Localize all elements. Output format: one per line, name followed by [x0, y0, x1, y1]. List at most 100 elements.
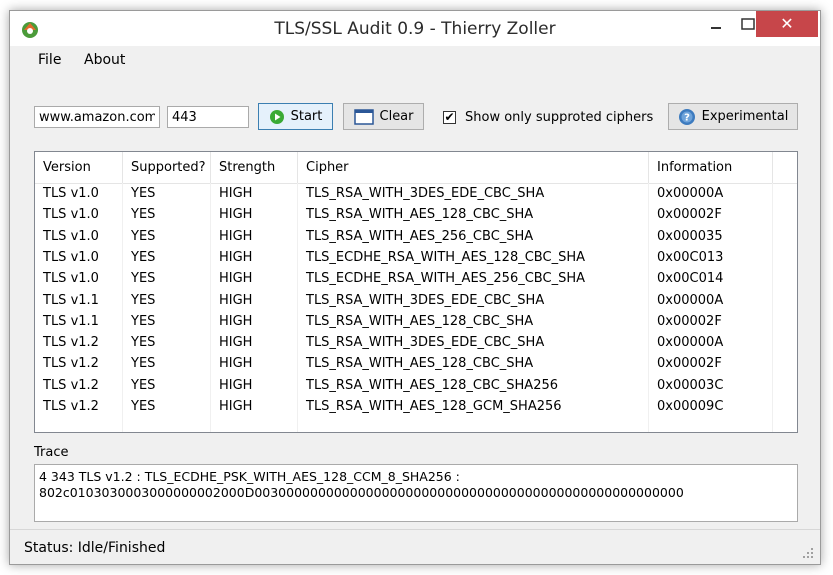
table-cell: TLS v1.2: [43, 399, 99, 414]
table-cell: TLS v1.2: [43, 335, 99, 351]
table-row[interactable]: TLS v1.1 YES HIGH TLS_RSA_WITH_3DES_EDE_CBC…: [35, 290, 797, 311]
checkbox-label: Show only supproted ciphers: [465, 109, 654, 125]
svg-text:?: ?: [684, 112, 690, 123]
table-cell: 0x00002F: [657, 313, 722, 329]
status-bar: Status: Idle/Finished: [10, 529, 820, 564]
supported-only-checkbox[interactable]: ✔ Show only supproted ciphers: [443, 108, 653, 126]
experimental-label: Experimental: [701, 109, 789, 124]
table-cell: YES: [131, 335, 156, 351]
table-cell: TLS v1.0: [43, 249, 99, 265]
menu-file[interactable]: File: [38, 52, 61, 68]
table-cell: YES: [131, 313, 156, 329]
table-cell: HIGH: [219, 356, 253, 372]
start-button[interactable]: Start: [258, 103, 333, 130]
clear-button[interactable]: Clear: [343, 103, 424, 130]
main-content: Start Clear ✔ Show only supproted cipher…: [10, 74, 820, 529]
table-row[interactable]: TLS v1.1 YES HIGH TLS_RSA_WITH_AES_128_CBC_…: [35, 311, 797, 332]
trace-label: Trace: [34, 445, 69, 460]
host-input[interactable]: [34, 106, 160, 128]
list-header: Version Supported? Strength Cipher Infor…: [35, 152, 797, 184]
table-cell: HIGH: [219, 228, 253, 244]
table-cell: TLS_RSA_WITH_AES_128_CBC_SHA: [306, 356, 534, 372]
title-bar[interactable]: TLS/SSL Audit 0.9 - Thierry Zoller ✕: [10, 11, 820, 46]
table-cell: YES: [131, 356, 156, 372]
table-cell: HIGH: [219, 313, 253, 329]
table-cell: TLS v1.0: [43, 186, 99, 201]
table-cell: YES: [131, 207, 156, 223]
table-row[interactable]: TLS v1.0 YES HIGH TLS_RSA_WITH_3DES_EDE_CBC…: [35, 183, 797, 204]
table-cell: YES: [131, 186, 156, 201]
experimental-button[interactable]: ? Experimental: [668, 103, 798, 130]
table-row[interactable]: TLS v1.2 YES HIGH TLS_RSA_WITH_AES_128_CBC_…: [35, 375, 797, 396]
menu-about[interactable]: About: [84, 52, 125, 68]
status-text: Status: Idle/Finished: [24, 540, 166, 556]
table-cell: HIGH: [219, 377, 253, 393]
table-cell: TLS v1.2: [43, 377, 99, 393]
table-row[interactable]: TLS v1.0 YES HIGH TLS_ECDHE_RSA_WITH_AES_25…: [35, 268, 797, 289]
table-cell: TLS_RSA_WITH_AES_256_CBC_SHA: [306, 228, 534, 244]
table-cell: TLS_RSA_WITH_3DES_EDE_CBC_SHA: [306, 335, 545, 351]
column-supported[interactable]: Supported?: [123, 152, 211, 183]
table-cell: HIGH: [219, 207, 253, 223]
table-cell: HIGH: [219, 271, 253, 287]
table-cell: TLS_RSA_WITH_AES_128_CBC_SHA: [306, 207, 534, 223]
table-cell: TLS v1.0: [43, 271, 99, 287]
table-row[interactable]: TLS v1.2 YES HIGH TLS_RSA_WITH_3DES_EDE_CBC…: [35, 332, 797, 353]
table-cell: TLS_ECDHE_RSA_WITH_AES_256_CBC_SHA: [306, 271, 585, 287]
table-cell: HIGH: [219, 399, 253, 414]
table-cell: TLS_RSA_WITH_3DES_EDE_CBC_SHA: [306, 186, 545, 201]
app-window: TLS/SSL Audit 0.9 - Thierry Zoller ✕ Fil…: [9, 10, 821, 565]
table-cell: YES: [131, 292, 156, 308]
table-row[interactable]: TLS v1.0 YES HIGH TLS_RSA_WITH_AES_256_CBC_…: [35, 226, 797, 247]
table-cell: TLS_RSA_WITH_AES_128_GCM_SHA256: [306, 399, 562, 414]
table-cell: 0x00000A: [657, 335, 724, 351]
table-cell: YES: [131, 377, 156, 393]
table-cell: 0x00009C: [657, 399, 724, 414]
column-information[interactable]: Information: [649, 152, 773, 183]
port-input[interactable]: [167, 106, 249, 128]
window-icon: [353, 108, 374, 125]
table-row[interactable]: TLS v1.2 YES HIGH TLS_RSA_WITH_AES_128_GCM_…: [35, 396, 797, 417]
table-cell: TLS v1.1: [43, 313, 99, 329]
table-cell: 0x000035: [657, 228, 723, 244]
table-row[interactable]: TLS v1.0 YES HIGH TLS_ECDHE_RSA_WITH_AES_12…: [35, 247, 797, 268]
table-cell: 0x00000A: [657, 292, 724, 308]
table-cell: HIGH: [219, 249, 253, 265]
table-cell: TLS_ECDHE_RSA_WITH_AES_128_CBC_SHA: [306, 249, 585, 265]
cipher-list[interactable]: Version Supported? Strength Cipher Infor…: [34, 151, 798, 433]
table-cell: 0x00C014: [657, 271, 724, 287]
table-cell: TLS_RSA_WITH_AES_128_CBC_SHA256: [306, 377, 559, 393]
menu-bar: File About: [10, 46, 820, 74]
table-cell: TLS_RSA_WITH_3DES_EDE_CBC_SHA: [306, 292, 545, 308]
play-icon: [269, 109, 284, 124]
table-cell: HIGH: [219, 292, 253, 308]
table-cell: 0x00003C: [657, 377, 724, 393]
resize-grip-icon[interactable]: [802, 547, 814, 559]
trace-output[interactable]: 4 343 TLS v1.2 : TLS_ECDHE_PSK_WITH_AES_…: [34, 464, 798, 522]
start-label: Start: [290, 109, 323, 124]
table-cell: YES: [131, 249, 156, 265]
table-cell: 0x00002F: [657, 356, 722, 372]
table-cell: YES: [131, 271, 156, 287]
table-cell: 0x00C013: [657, 249, 724, 265]
check-mark-icon: ✔: [444, 110, 455, 124]
clear-label: Clear: [379, 109, 414, 124]
table-cell: TLS_RSA_WITH_AES_128_CBC_SHA: [306, 313, 534, 329]
table-cell: 0x00002F: [657, 207, 722, 223]
close-button[interactable]: ✕: [756, 11, 818, 37]
column-cipher[interactable]: Cipher: [298, 152, 649, 183]
table-row[interactable]: TLS v1.2 YES HIGH TLS_RSA_WITH_AES_128_CBC_…: [35, 353, 797, 374]
checkbox-box[interactable]: ✔: [443, 110, 456, 124]
maximize-icon: [741, 18, 755, 30]
table-cell: 0x00000A: [657, 186, 724, 201]
close-icon: ✕: [780, 16, 794, 33]
table-cell: TLS v1.0: [43, 207, 99, 223]
table-row[interactable]: TLS v1.0 YES HIGH TLS_RSA_WITH_AES_128_CBC_…: [35, 204, 797, 225]
column-strength[interactable]: Strength: [211, 152, 298, 183]
table-cell: YES: [131, 399, 156, 414]
table-cell: HIGH: [219, 335, 253, 351]
help-icon: ?: [678, 108, 695, 125]
table-cell: YES: [131, 228, 156, 244]
column-version[interactable]: Version: [35, 152, 123, 183]
table-cell: TLS v1.1: [43, 292, 99, 308]
